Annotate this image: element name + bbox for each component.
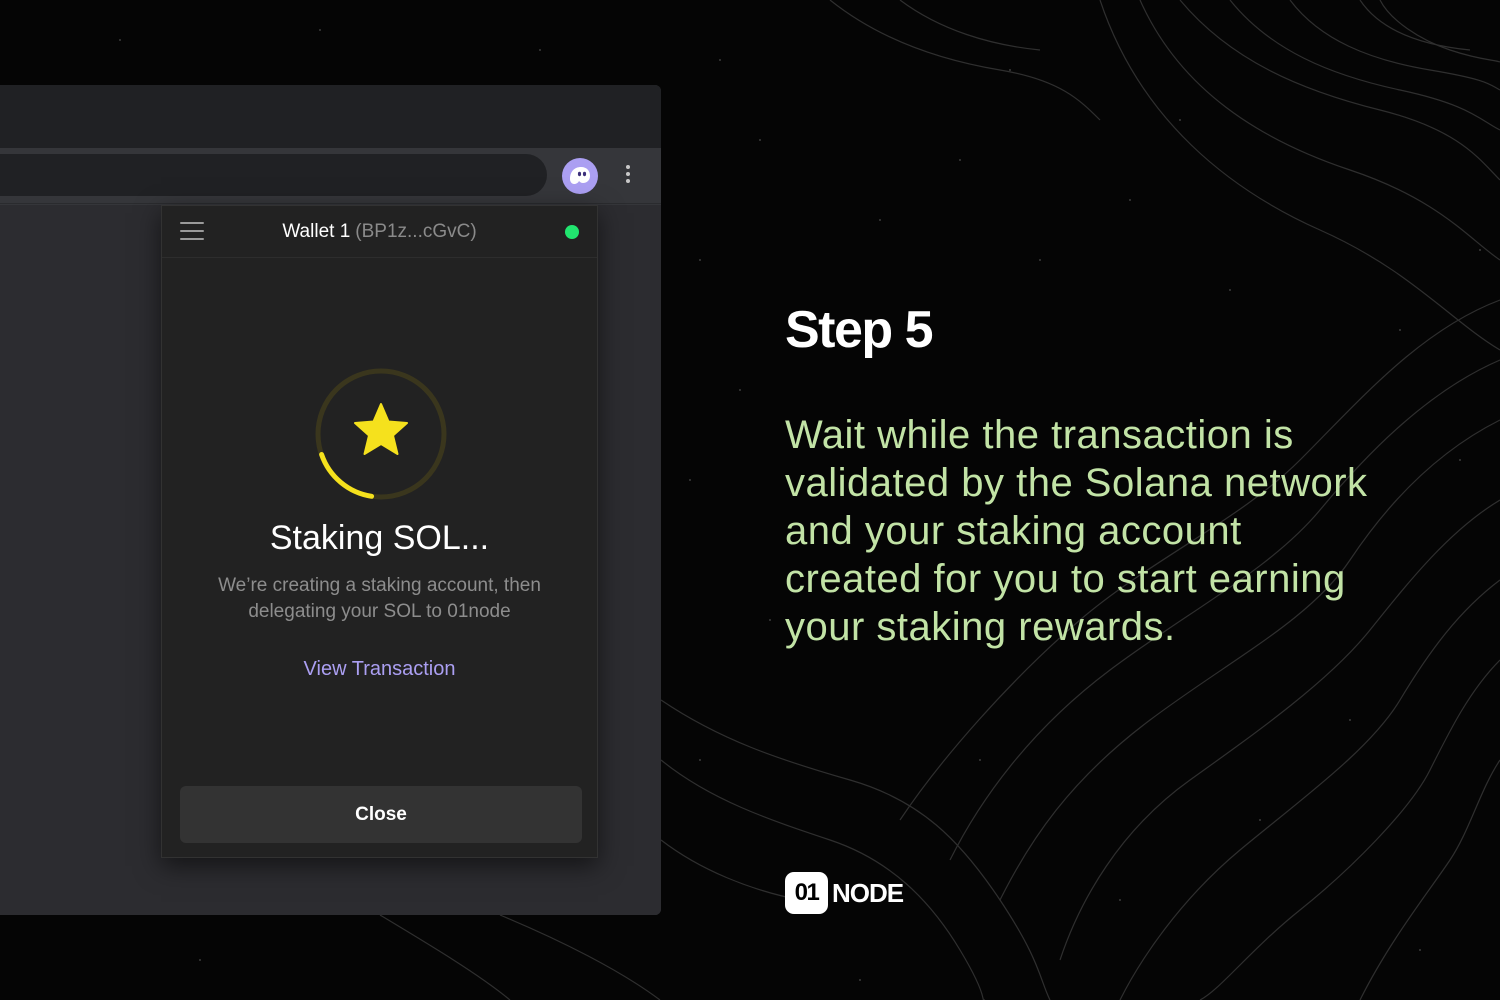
staking-title: Staking SOL... — [269, 519, 490, 557]
view-transaction-link[interactable]: View Transaction — [162, 658, 597, 681]
staking-spinner — [315, 368, 447, 500]
phantom-ghost-icon[interactable] — [562, 158, 598, 194]
wallet-address: (BP1z...cGvC) — [355, 221, 477, 242]
staking-description: We’re creating a staking account, then d… — [218, 575, 541, 622]
wallet-popup: Wallet 1 (BP1z...cGvC) Staking SOL... We’… — [161, 205, 598, 858]
logo-wordmark: NODE — [832, 877, 904, 908]
wallet-selector[interactable]: Wallet 1 (BP1z...cGvC) — [162, 221, 597, 243]
browser-toolbar — [0, 148, 661, 204]
wallet-header: Wallet 1 (BP1z...cGvC) — [162, 206, 597, 258]
browser-tab-bar — [0, 85, 661, 148]
wallet-name: Wallet 1 — [282, 221, 351, 242]
step-description: Wait while the transaction is validated … — [785, 413, 1368, 649]
vertical-dots-icon[interactable] — [618, 162, 638, 190]
01node-logo: 01 NODE — [785, 872, 904, 914]
connection-status-dot — [565, 225, 579, 239]
step-title: Step 5 — [785, 301, 934, 359]
logo-mark: 01 — [785, 872, 828, 914]
close-button[interactable]: Close — [180, 786, 582, 843]
star-icon — [354, 403, 408, 455]
address-bar[interactable] — [0, 154, 547, 196]
